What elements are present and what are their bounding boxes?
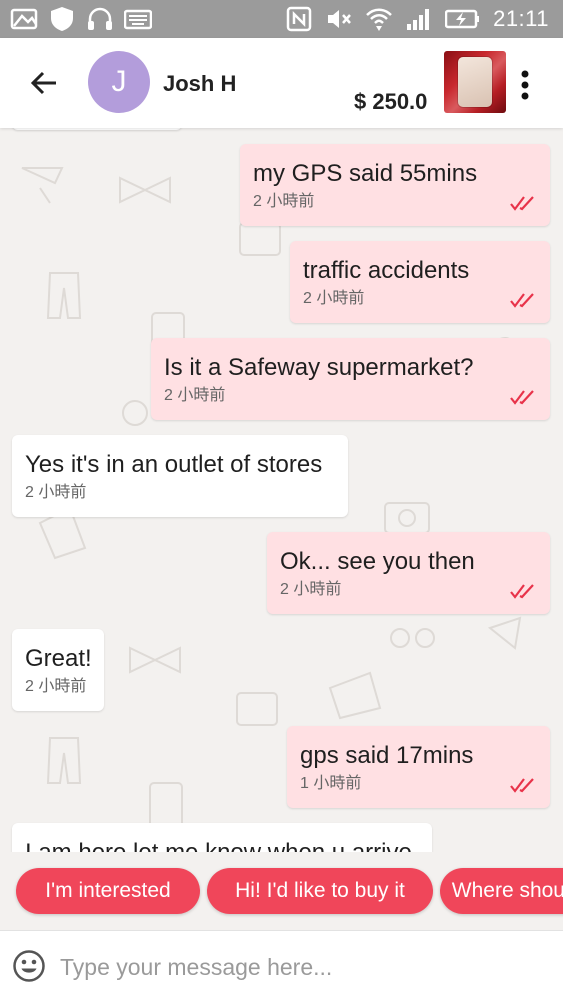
emoji-icon[interactable]: [12, 949, 46, 983]
overflow-menu-icon[interactable]: [513, 67, 537, 103]
quick-reply-chip[interactable]: Hi! I'd like to buy it: [207, 868, 433, 914]
nfc-icon: [286, 6, 312, 32]
message-time: 1 小時前: [300, 775, 362, 792]
quick-replies: I'm interested Hi! I'd like to buy it Wh…: [0, 852, 563, 930]
message-composer: [0, 930, 563, 1001]
message-time: 2 小時前: [303, 290, 365, 307]
message-input[interactable]: [58, 945, 542, 989]
message-time: 2 小時前: [253, 193, 315, 210]
message-text: gps said 17mins: [300, 742, 474, 769]
message-time: 2 小時前: [25, 678, 87, 695]
message-text: Ok... see you then: [280, 548, 475, 575]
message-text: Yes it's in an outlet of stores: [25, 451, 323, 478]
message-time: 2 小時前: [280, 581, 342, 598]
message-bubble-incoming: Great! 2 小時前: [12, 629, 104, 711]
headphones-icon: [88, 7, 112, 30]
message-bubble-incoming: I am here let me know when u arrive: [12, 823, 432, 852]
message-time: 2 小時前: [25, 484, 87, 501]
image-icon: [10, 8, 38, 30]
status-bar: 21:11: [0, 0, 563, 38]
message-bubble-outgoing: gps said 17mins 1 小時前: [287, 726, 550, 808]
read-ticks-icon: [510, 778, 534, 793]
message-text: traffic accidents: [303, 257, 470, 284]
signal-icon: [407, 9, 430, 30]
status-time: 21:11: [493, 6, 549, 31]
wifi-icon: [366, 8, 392, 31]
message-bubble-incoming: Yes it's in an outlet of stores 2 小時前: [12, 435, 348, 517]
read-ticks-icon: [510, 584, 534, 599]
read-ticks-icon: [510, 196, 534, 211]
back-arrow-icon[interactable]: [26, 65, 62, 101]
message-text: Is it a Safeway supermarket?: [164, 354, 474, 381]
message-text: Great!: [25, 645, 92, 672]
message-list[interactable]: my GPS said 55mins 2 小時前 traffic acciden…: [0, 128, 563, 852]
message-text: my GPS said 55mins: [253, 160, 478, 187]
battery-charging-icon: [445, 9, 480, 29]
shield-icon: [51, 7, 73, 31]
phone-image-icon: [458, 57, 492, 107]
message-text: I am here let me know when u arrive: [25, 839, 419, 852]
read-ticks-icon: [510, 293, 534, 308]
avatar[interactable]: J: [88, 51, 150, 113]
product-thumbnail[interactable]: [444, 51, 506, 113]
read-ticks-icon: [510, 390, 534, 405]
message-bubble-outgoing: my GPS said 55mins 2 小時前: [240, 144, 550, 226]
quick-reply-chip[interactable]: I'm interested: [16, 868, 200, 914]
message-bubble-outgoing: Is it a Safeway supermarket? 2 小時前: [151, 338, 550, 420]
chat-header: J Josh H $ 250.0: [0, 38, 563, 128]
keyboard-icon: [124, 9, 152, 30]
quick-reply-chip[interactable]: Where should we meet?: [440, 868, 563, 914]
message-time: 2 小時前: [164, 387, 226, 404]
item-price: $ 250.0: [354, 89, 428, 114]
message-bubble-outgoing: Ok... see you then 2 小時前: [267, 532, 550, 614]
message-bubble-incoming: [12, 128, 182, 130]
contact-name[interactable]: Josh H: [163, 71, 236, 97]
message-bubble-outgoing: traffic accidents 2 小時前: [290, 241, 550, 323]
mute-icon: [328, 10, 352, 28]
